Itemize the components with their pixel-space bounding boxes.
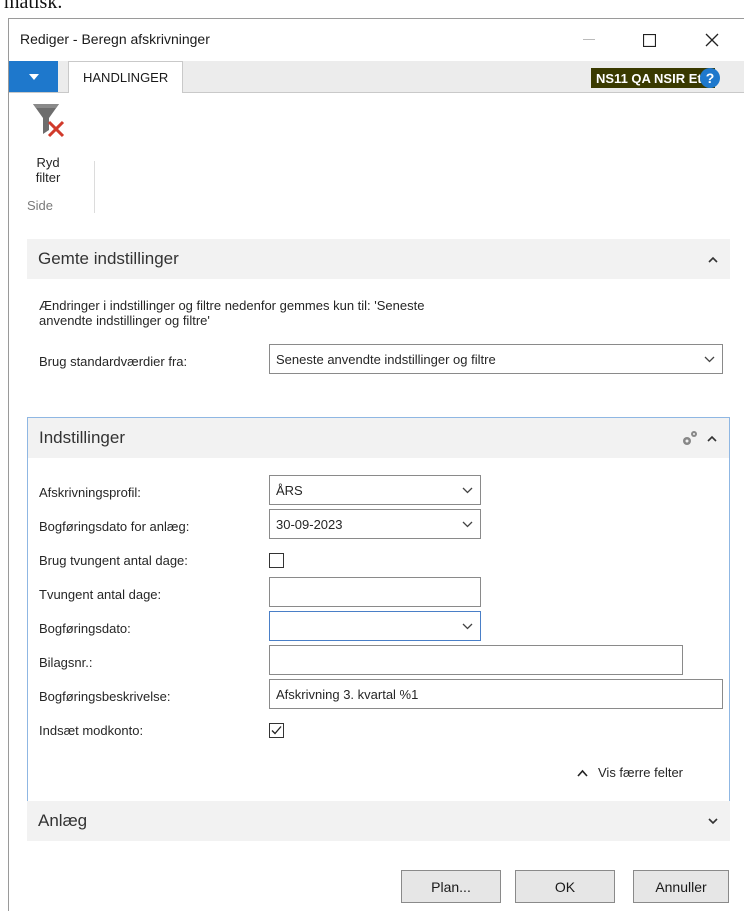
close-icon [705, 33, 719, 47]
depreciation-book-select[interactable]: ÅRS [269, 475, 481, 505]
posting-date-label: Bogføringsdato: [39, 621, 131, 636]
document-no-label: Bilagsnr.: [39, 655, 93, 670]
clear-filter-button[interactable] [25, 100, 79, 151]
maximize-button[interactable] [629, 25, 669, 55]
tab-handlinger[interactable]: HANDLINGER [68, 61, 184, 93]
backdrop-text: matisk. [0, 0, 744, 20]
title-bar: Rediger - Beregn afskrivninger [9, 19, 744, 61]
ribbon-tab-bar: HANDLINGER NS11 QA NSIR EtE ? [9, 61, 744, 93]
use-defaults-label: Brug standardværdier fra: [39, 354, 188, 369]
show-fewer-fields-label: Vis færre felter [598, 765, 684, 780]
fasttab-settings-title: Indstillinger [39, 428, 125, 447]
ok-button[interactable]: OK [515, 870, 615, 903]
help-button[interactable]: ? [700, 68, 720, 88]
use-defaults-value: Seneste anvendte indstillinger og filtre [276, 351, 496, 367]
posting-description-value: Afskrivning 3. kvartal %1 [276, 686, 419, 702]
use-force-days-label: Brug tvungent antal dage: [39, 553, 188, 568]
close-button[interactable] [692, 25, 732, 55]
minimize-icon [583, 39, 595, 40]
use-force-days-checkbox[interactable] [269, 553, 284, 568]
gear-icon[interactable] [680, 428, 700, 448]
insert-bal-account-label: Indsæt modkonto: [39, 723, 144, 738]
cancel-button-label: Annuller [655, 878, 707, 895]
posting-description-label: Bogføringsbeskrivelse: [39, 689, 171, 704]
fasttab-saved-settings[interactable]: Gemte indstillinger [27, 239, 730, 279]
posting-description-input[interactable]: Afskrivning 3. kvartal %1 [269, 679, 723, 709]
force-days-input[interactable] [269, 577, 481, 607]
help-icon: ? [705, 70, 715, 86]
company-badge: NS11 QA NSIR EtE [591, 68, 716, 88]
force-days-label: Tvungent antal dage: [39, 587, 162, 602]
cancel-button[interactable]: Annuller [633, 870, 729, 903]
chevron-down-icon [462, 487, 473, 494]
chevron-down-icon [704, 356, 715, 363]
fa-posting-date-value: 30-09-2023 [276, 516, 343, 532]
ribbon-group-divider [94, 161, 95, 213]
ribbon: Ryd filter Side [9, 93, 744, 222]
maximize-icon [642, 33, 656, 47]
chevron-up-icon [707, 435, 717, 442]
chevron-up-icon [708, 256, 718, 263]
chevron-down-icon [708, 818, 718, 825]
dialog-window: Rediger - Beregn afskrivninger HANDLINGE… [8, 18, 744, 912]
clear-filter-label: Ryd filter [23, 155, 73, 185]
posting-date-field[interactable] [269, 611, 481, 641]
saved-settings-info-line1: Ændringer i indstillinger og filtre nede… [39, 298, 425, 313]
window-title: Rediger - Beregn afskrivninger [20, 31, 210, 47]
backdrop-text-label: matisk. [4, 0, 63, 13]
plan-button-label: Plan... [431, 878, 471, 895]
fasttab-settings[interactable]: Indstillinger [28, 418, 729, 458]
saved-settings-info-line2: anvendte indstillinger og filtre' [39, 313, 210, 328]
application-menu-button[interactable] [9, 61, 58, 92]
plan-button[interactable]: Plan... [401, 870, 501, 903]
show-fewer-fields-link[interactable]: Vis færre felter [577, 765, 683, 780]
clear-filter-label-line2: filter [35, 170, 61, 185]
fasttab-assets[interactable]: Anlæg [27, 801, 730, 841]
clear-filter-icon [33, 104, 65, 138]
clear-filter-label-line1: Ryd [36, 155, 60, 170]
fasttab-saved-settings-title: Gemte indstillinger [38, 249, 179, 268]
ok-button-label: OK [554, 878, 576, 895]
fa-posting-date-label: Bogføringsdato for anlæg: [39, 519, 190, 534]
ribbon-group-label: Side [27, 198, 54, 213]
minimize-button[interactable] [569, 25, 609, 55]
insert-bal-account-checkbox[interactable] [269, 723, 284, 738]
depreciation-book-value: ÅRS [276, 482, 303, 498]
chevron-down-icon [462, 623, 473, 630]
saved-settings-info: Ændringer i indstillinger og filtre nede… [39, 298, 599, 328]
depreciation-book-label: Afskrivningsprofil: [39, 485, 141, 500]
chevron-up-icon [577, 769, 588, 777]
checkmark-icon [271, 726, 282, 735]
use-defaults-select[interactable]: Seneste anvendte indstillinger og filtre [269, 344, 723, 374]
fa-posting-date-field[interactable]: 30-09-2023 [269, 509, 481, 539]
fasttab-assets-title: Anlæg [38, 811, 88, 830]
document-no-input[interactable] [269, 645, 683, 675]
chevron-down-icon [462, 521, 473, 528]
dropdown-arrow-icon [28, 73, 39, 80]
